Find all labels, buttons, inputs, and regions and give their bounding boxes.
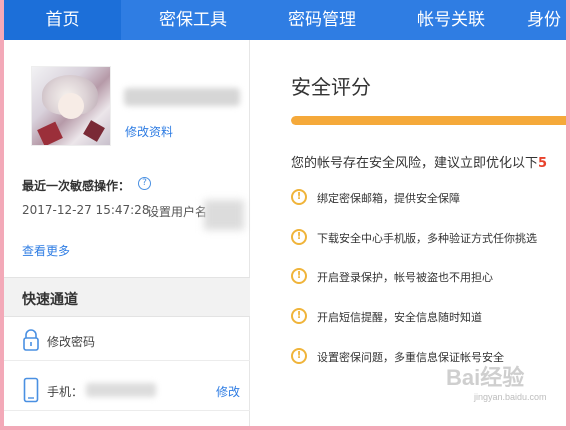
tab-identity[interactable]: 身份 bbox=[527, 0, 566, 40]
security-score-bar bbox=[291, 116, 566, 125]
watermark-logo: Bai经验 bbox=[446, 365, 525, 390]
suggestion-label: 开启短信提醒，安全信息随时知道 bbox=[317, 311, 482, 324]
edit-profile-link[interactable]: 修改资料 bbox=[125, 123, 173, 140]
phone-row: 手机： 修改 bbox=[4, 369, 250, 411]
suggestion-label: 开启登录保护，帐号被盗也不用担心 bbox=[317, 271, 493, 284]
sidebar: 修改资料 最近一次敏感操作： ? 2017-12-27 15:47:28 设置用… bbox=[4, 40, 250, 426]
risk-text: 您的帐号存在安全风险，建议立即优化以下 bbox=[291, 156, 539, 171]
suggestion-item[interactable]: ! 下载安全中心手机版，多种验证方式任你挑选 bbox=[291, 229, 566, 247]
avatar[interactable] bbox=[31, 66, 111, 146]
warning-icon: ! bbox=[291, 189, 307, 205]
security-score-title: 安全评分 bbox=[291, 75, 371, 99]
suggestion-item[interactable]: ! 绑定密保邮箱，提供安全保障 bbox=[291, 189, 566, 207]
lock-icon bbox=[23, 329, 39, 351]
tab-security-tools[interactable]: 密保工具 bbox=[127, 0, 259, 40]
warning-icon: ! bbox=[291, 308, 307, 324]
warning-icon: ! bbox=[291, 348, 307, 364]
suggestion-item[interactable]: ! 开启短信提醒，安全信息随时知道 bbox=[291, 308, 566, 326]
recent-operation-name: 设置用户名 bbox=[147, 205, 208, 219]
phone-icon bbox=[23, 377, 39, 403]
phone-label: 手机： bbox=[47, 385, 84, 399]
suggestion-label: 下载安全中心手机版，多种验证方式任你挑选 bbox=[317, 232, 537, 245]
risk-message: 您的帐号存在安全风险，建议立即优化以下5 bbox=[291, 152, 547, 171]
tab-password-management[interactable]: 密码管理 bbox=[259, 0, 385, 40]
view-more-link[interactable]: 查看更多 bbox=[22, 242, 70, 259]
page-frame: 首页 密保工具 密码管理 帐号关联 身份 修改资料 最近一次敏感操作： ? 20… bbox=[4, 0, 566, 426]
quick-access-title: 快速通道 bbox=[22, 292, 78, 308]
suggestion-label: 绑定密保邮箱，提供安全保障 bbox=[317, 192, 460, 205]
phone-number-redacted bbox=[86, 383, 156, 397]
security-score-fill bbox=[291, 116, 566, 125]
change-password-label: 修改密码 bbox=[47, 335, 96, 349]
tab-account-link[interactable]: 帐号关联 bbox=[385, 0, 517, 40]
help-icon[interactable]: ? bbox=[138, 177, 151, 190]
top-nav: 首页 密保工具 密码管理 帐号关联 身份 bbox=[4, 0, 566, 40]
risk-count: 5 bbox=[538, 156, 548, 171]
username-redacted bbox=[124, 88, 240, 106]
change-password-row[interactable]: 修改密码 bbox=[4, 319, 250, 361]
watermark: Bai经验 jingyan.baidu.com bbox=[444, 356, 564, 410]
tab-home[interactable]: 首页 bbox=[4, 0, 121, 40]
watermark-url: jingyan.baidu.com bbox=[474, 392, 547, 402]
quick-access-header: 快速通道 bbox=[4, 277, 250, 317]
warning-icon: ! bbox=[291, 229, 307, 245]
operation-detail-redacted bbox=[204, 200, 244, 230]
suggestion-item[interactable]: ! 开启登录保护，帐号被盗也不用担心 bbox=[291, 268, 566, 286]
warning-icon: ! bbox=[291, 268, 307, 284]
recent-operation-time: 2017-12-27 15:47:28 bbox=[22, 203, 150, 217]
edit-phone-link[interactable]: 修改 bbox=[216, 383, 240, 400]
recent-operation-title: 最近一次敏感操作： bbox=[22, 179, 131, 193]
